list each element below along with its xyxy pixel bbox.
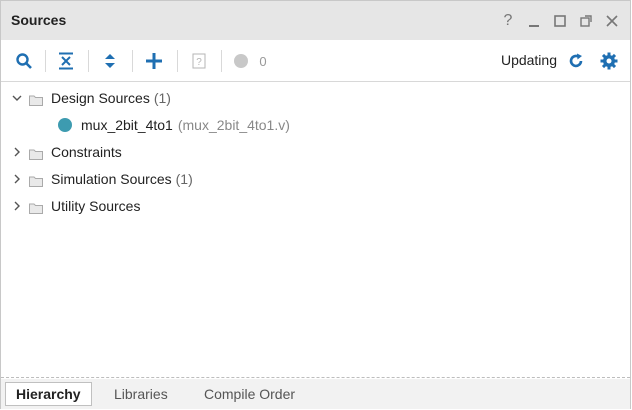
toolbar-divider (177, 50, 178, 72)
tree-item-module[interactable]: mux_2bit_4to1 (mux_2bit_4to1.v) (58, 113, 290, 137)
gear-icon[interactable] (600, 50, 618, 72)
maximize-icon[interactable] (552, 12, 568, 30)
tree-item-label: Constraints (51, 144, 122, 160)
module-dot-icon (58, 118, 72, 132)
count-badge: 0 (259, 53, 267, 69)
folder-icon (29, 201, 43, 214)
tree-item-simulation-sources[interactable]: Simulation Sources (1) (11, 167, 193, 191)
title-bar: Sources ? (1, 1, 630, 40)
tab-hierarchy[interactable]: Hierarchy (5, 382, 92, 406)
folder-icon (29, 174, 43, 187)
tab-libraries[interactable]: Libraries (104, 382, 178, 406)
module-name: mux_2bit_4to1 (81, 117, 173, 133)
bottom-tab-bar: Hierarchy Libraries Compile Order (1, 379, 630, 409)
chevron-right-icon[interactable] (11, 201, 23, 211)
folder-icon (29, 93, 43, 106)
tab-compile-order[interactable]: Compile Order (194, 382, 305, 406)
bottom-divider (1, 377, 630, 378)
refresh-icon[interactable] (568, 50, 584, 72)
tree-item-utility-sources[interactable]: Utility Sources (11, 194, 144, 218)
chevron-down-icon[interactable] (11, 94, 23, 102)
window-controls: ? (500, 11, 620, 31)
sources-panel: Sources ? ? 0 Updating Design Sources (1… (0, 0, 631, 409)
tree-item-label: Utility Sources (51, 198, 141, 214)
expand-all-icon[interactable] (99, 50, 121, 72)
minimize-icon[interactable] (526, 12, 542, 30)
unknown-file-icon[interactable]: ? (188, 50, 210, 72)
chevron-right-icon[interactable] (11, 174, 23, 184)
toolbar-divider (221, 50, 222, 72)
toolbar-divider (88, 50, 89, 72)
tree-item-count: (1) (153, 90, 171, 106)
status-text: Updating (500, 52, 557, 68)
tree-item-constraints[interactable]: Constraints (11, 140, 126, 164)
panel-title: Sources (11, 12, 67, 28)
toolbar-divider (132, 50, 133, 72)
tree-item-design-sources[interactable]: Design Sources (1) (11, 86, 171, 110)
help-icon[interactable]: ? (500, 12, 516, 30)
add-icon[interactable] (143, 50, 165, 72)
toolbar-divider (45, 50, 46, 72)
float-icon[interactable] (578, 12, 594, 30)
collapse-all-icon[interactable] (55, 50, 77, 72)
search-icon[interactable] (13, 50, 35, 72)
tree-item-count: (1) (175, 171, 193, 187)
tree-item-label: Simulation Sources (51, 171, 172, 187)
chevron-right-icon[interactable] (11, 147, 23, 157)
module-file: (mux_2bit_4to1.v) (177, 117, 290, 133)
toolbar: ? 0 Updating (1, 40, 630, 82)
status-circle-icon (233, 50, 249, 72)
folder-icon (29, 147, 43, 160)
tree-item-label: Design Sources (51, 90, 150, 106)
svg-text:?: ? (196, 57, 202, 68)
close-icon[interactable] (604, 12, 620, 30)
